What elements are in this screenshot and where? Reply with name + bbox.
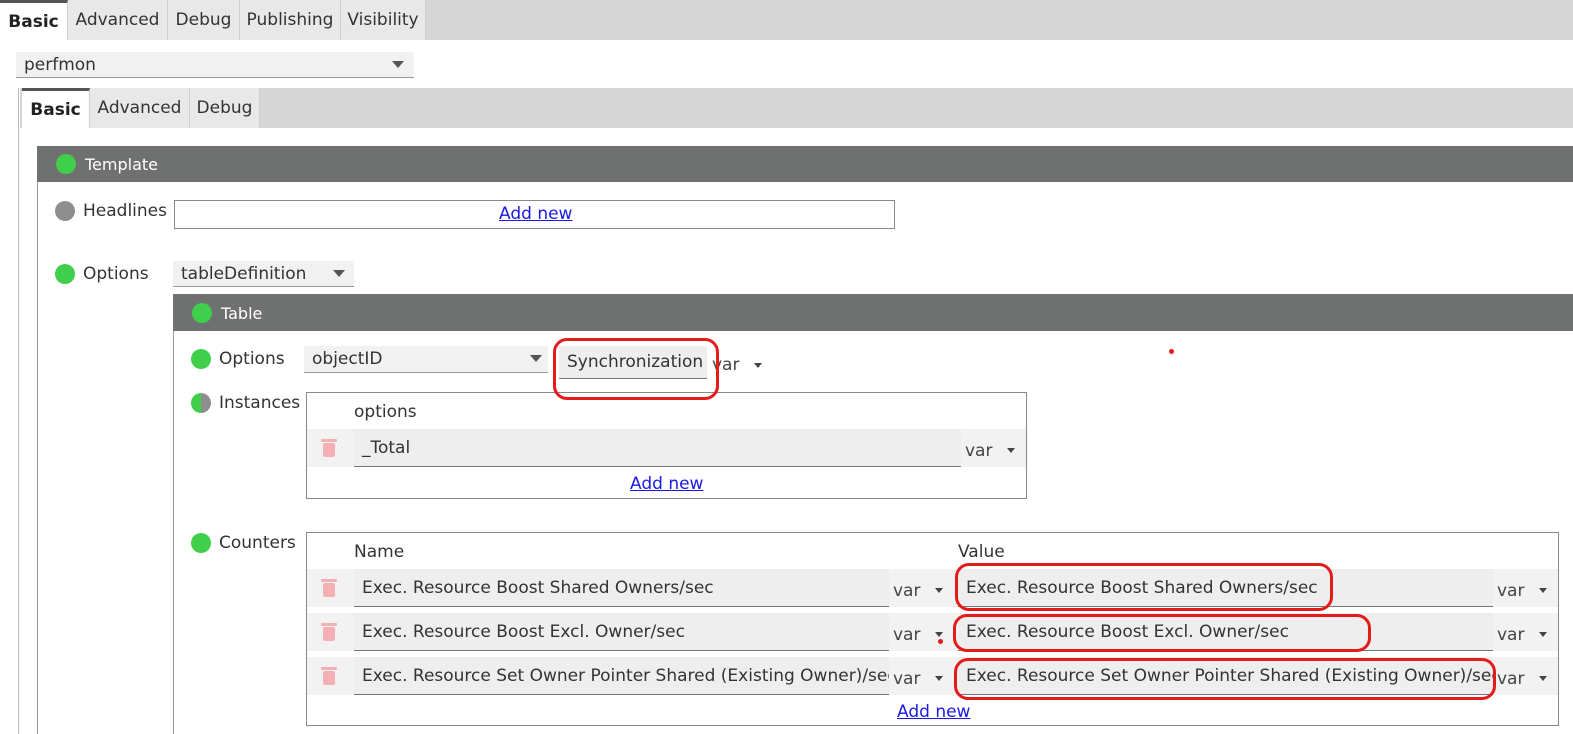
var-dropdown-icon[interactable] (1539, 588, 1547, 593)
counters-add-new-link[interactable]: Add new (897, 702, 970, 722)
var-dropdown-icon[interactable] (754, 363, 762, 368)
instance-field[interactable]: _Total (354, 429, 961, 467)
options-status-icon (55, 264, 75, 284)
var-dropdown-icon[interactable] (935, 676, 943, 681)
trash-icon[interactable] (321, 623, 337, 641)
annotation-circle (553, 338, 719, 400)
table-options-status-icon (191, 349, 211, 369)
table-title: Table (221, 304, 263, 323)
annotation-circle (955, 563, 1333, 611)
inner-tab-bar: Basic Advanced Debug (20, 88, 1573, 128)
plugin-select[interactable]: perfmon (16, 52, 414, 78)
counter-name-var-label[interactable]: var (893, 625, 920, 645)
inner-tab-advanced[interactable]: Advanced (90, 88, 190, 128)
headlines-status-icon (55, 201, 75, 221)
chevron-down-icon (392, 61, 404, 68)
trash-icon[interactable] (321, 579, 337, 597)
table-row: Exec. Resource Boost Shared Owners/sec v… (307, 569, 1558, 607)
top-tab-bar: Basic Advanced Debug Publishing Visibili… (0, 0, 1573, 40)
annotation-dot (1169, 349, 1174, 354)
instances-column-header: options (354, 402, 417, 422)
var-dropdown-icon[interactable] (1007, 448, 1015, 453)
instances-status-icon (191, 393, 211, 413)
tab-publishing[interactable]: Publishing (240, 0, 341, 40)
headlines-label: Headlines (83, 201, 167, 221)
chevron-down-icon (530, 355, 542, 362)
var-dropdown-icon[interactable] (1539, 632, 1547, 637)
instance-value: _Total (362, 437, 411, 458)
counter-value-var-label[interactable]: var (1497, 625, 1524, 645)
counters-label: Counters (219, 533, 296, 553)
counter-name: Exec. Resource Boost Shared Owners/sec (362, 577, 714, 598)
trash-icon[interactable] (321, 667, 337, 685)
tab-advanced[interactable]: Advanced (68, 0, 168, 40)
name-column-header: Name (354, 542, 405, 562)
table-options-label: Options (219, 349, 285, 369)
value-column-header: Value (958, 542, 1005, 562)
options-label: Options (83, 264, 149, 284)
annotation-dot (938, 639, 943, 644)
tab-basic[interactable]: Basic (0, 0, 68, 40)
options-select[interactable]: tableDefinition (173, 261, 354, 287)
counter-value-var-label[interactable]: var (1497, 669, 1524, 689)
counter-name: Exec. Resource Boost Excl. Owner/sec (362, 621, 685, 642)
chevron-down-icon (333, 270, 345, 277)
counter-name-field[interactable]: Exec. Resource Boost Shared Owners/sec (354, 569, 889, 607)
template-header[interactable]: Template (37, 146, 1573, 182)
plugin-select-value: perfmon (24, 54, 96, 75)
headlines-add-new-link[interactable]: Add new (499, 204, 572, 224)
headlines-list: Add new (174, 200, 895, 229)
counter-name-field[interactable]: Exec. Resource Boost Excl. Owner/sec (354, 613, 889, 651)
counters-status-icon (191, 533, 211, 553)
annotation-circle (954, 658, 1496, 700)
tab-visibility[interactable]: Visibility (341, 0, 426, 40)
options-select-value: tableDefinition (181, 263, 307, 284)
counter-value-var-label[interactable]: var (1497, 581, 1524, 601)
var-dropdown-icon[interactable] (1539, 676, 1547, 681)
counter-name-var-label[interactable]: var (893, 581, 920, 601)
status-dot-icon (56, 154, 76, 174)
counter-name-var-label[interactable]: var (893, 669, 920, 689)
instances-add-new-link[interactable]: Add new (630, 474, 703, 494)
counter-name-field[interactable]: Exec. Resource Set Owner Pointer Shared … (354, 657, 889, 695)
template-title: Template (85, 155, 159, 174)
var-dropdown-icon[interactable] (935, 632, 943, 637)
list-item: _Total var (307, 429, 1026, 467)
status-dot-icon (192, 303, 212, 323)
object-id-select[interactable]: objectID (304, 346, 548, 373)
inner-tab-basic[interactable]: Basic (22, 88, 90, 128)
instance-var-label[interactable]: var (965, 441, 992, 461)
instances-label: Instances (219, 393, 301, 413)
counter-name: Exec. Resource Set Owner Pointer Shared … (362, 665, 889, 686)
trash-icon[interactable] (321, 439, 337, 457)
tab-debug[interactable]: Debug (168, 0, 240, 40)
inner-tab-debug[interactable]: Debug (190, 88, 260, 128)
var-dropdown-icon[interactable] (935, 588, 943, 593)
table-header[interactable]: Table (173, 294, 1573, 331)
annotation-circle (953, 614, 1371, 652)
object-id-select-value: objectID (312, 349, 383, 369)
instances-list: options _Total var Add new (306, 392, 1027, 499)
